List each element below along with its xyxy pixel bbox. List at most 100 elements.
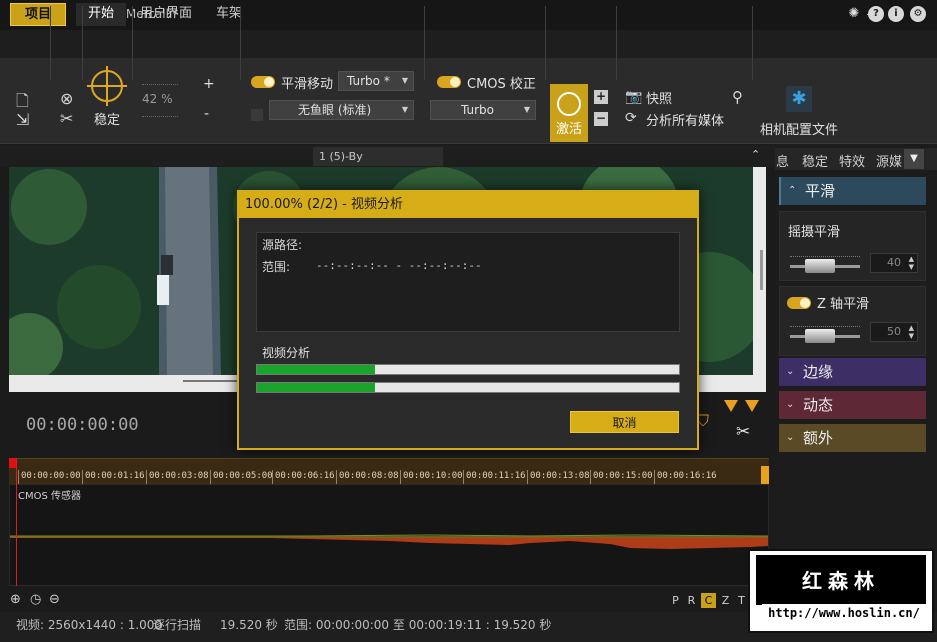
tab-stabilize[interactable]: 稳定	[802, 151, 828, 170]
progress-fill-1	[257, 365, 376, 374]
dialog-title: 100.00% (2/2) - 视频分析	[239, 192, 697, 218]
timeline-tick: 00:00:10:00	[400, 470, 463, 484]
source-path-label: 源路径:	[262, 238, 303, 252]
chevron-down-icon: ⌄	[786, 366, 795, 377]
watermark-name: 红森林	[802, 569, 880, 593]
ribbon-tabs	[0, 30, 937, 58]
mode-z[interactable]: Z	[718, 593, 733, 608]
timeline-tick: 00:00:05:00	[210, 470, 273, 484]
cut-icon[interactable]: ✂	[60, 109, 73, 128]
smooth-move-toggle[interactable]	[251, 76, 275, 88]
scissors-icon[interactable]: ✂	[736, 422, 750, 442]
timeline-tick: 00:00:15:00	[590, 470, 653, 484]
activate-button[interactable]: 激活	[550, 84, 588, 142]
z-smooth-toggle[interactable]	[787, 297, 811, 309]
help-icon[interactable]: ?	[868, 6, 884, 22]
spinner-icon[interactable]: ▲ ▼	[909, 255, 914, 271]
playhead-line	[16, 458, 17, 586]
chevron-up-icon: ⌃	[788, 185, 797, 196]
timecode-display: 00:00:00:00	[26, 415, 139, 435]
zoom-in-icon[interactable]: ⊕	[10, 592, 21, 607]
preview-horizontal-scrollbar[interactable]	[183, 380, 243, 382]
cmos-dropdown[interactable]: Turbo ▼	[430, 100, 536, 120]
remove-profile-icon[interactable]: −	[594, 112, 608, 126]
analyze-all-button[interactable]: 分析所有媒体	[646, 110, 724, 129]
activate-icon	[557, 92, 581, 116]
stabilize-icon[interactable]	[87, 66, 127, 106]
chevron-down-icon: ▼	[401, 76, 408, 85]
section-extra[interactable]: ⌄ 额外	[779, 424, 926, 452]
cmos-label: CMOS 校正	[467, 77, 536, 92]
dialog-info-box	[256, 232, 680, 332]
pan-smooth-slider[interactable]	[805, 259, 835, 273]
decrease-button[interactable]: -	[204, 106, 209, 122]
file-tab[interactable]: 1 (5)-By hoslin.cn.mp4	[313, 147, 443, 182]
pan-smooth-label: 摇摄平滑	[788, 225, 841, 240]
mark-out-icon[interactable]	[745, 400, 759, 412]
stabilize-label[interactable]: 稳定	[94, 109, 120, 128]
camera-icon[interactable]: 📷	[625, 89, 642, 105]
panel-menu-icon[interactable]: ▼	[904, 149, 924, 169]
cmos-graph	[10, 534, 768, 549]
cancel-button[interactable]: 取消	[570, 411, 679, 433]
timeline-tick: 00:00:01:16	[82, 470, 145, 484]
status-duration: 19.520 秒	[220, 618, 278, 632]
tab-start[interactable]: 开始	[76, 3, 127, 26]
section-smooth[interactable]: ⌃ 平滑	[779, 177, 926, 205]
z-smooth-value[interactable]: 50 ▲ ▼	[870, 322, 918, 342]
tab-user-interface[interactable]: 用户界面	[128, 3, 204, 26]
z-smooth-slider[interactable]	[805, 329, 835, 343]
cmos-toggle[interactable]	[437, 76, 461, 88]
add-icon[interactable]: +	[594, 90, 608, 104]
range-label: 范围:	[262, 260, 291, 274]
tab-effects[interactable]: 特效	[839, 151, 865, 170]
mark-in-icon[interactable]	[724, 400, 738, 412]
refresh-icon[interactable]: ⟳	[625, 110, 637, 126]
end-marker[interactable]	[761, 466, 769, 484]
zoom-out-icon[interactable]: ⊖	[49, 592, 60, 607]
mode-t[interactable]: T	[734, 593, 749, 608]
section-edge[interactable]: ⌄ 边缘	[779, 358, 926, 386]
tab-frame[interactable]: 车架	[204, 3, 254, 26]
timeline-tick: 00:00:08:08	[336, 470, 399, 484]
timeline-tick: 00:00:13:08	[527, 470, 590, 484]
preview-vertical-scrollbar[interactable]	[760, 250, 763, 290]
mode-r[interactable]: R	[684, 593, 699, 608]
lens-icon	[251, 109, 263, 121]
timeline-tick: 00:00:00:00	[18, 470, 81, 484]
range-value: --:--:--:-- - --:--:--:--	[316, 259, 482, 272]
progress-bar-1	[256, 364, 680, 375]
status-video: 视频: 2560x1440 : 1.000	[16, 618, 163, 632]
progress-fill-2	[257, 383, 376, 392]
smooth-move-dropdown[interactable]: Turbo * ▼	[338, 71, 414, 91]
tab-source[interactable]: 源媒	[876, 151, 902, 170]
chevron-down-icon: ▼	[523, 105, 530, 114]
chevron-down-icon: ▼	[401, 105, 408, 114]
chevron-down-icon: ⌄	[786, 399, 795, 410]
lens-dropdown[interactable]: 无鱼眼 (标准) ▼	[269, 100, 414, 120]
remove-icon[interactable]: ⊗	[60, 89, 73, 108]
tab-info[interactable]: 息	[776, 151, 789, 170]
collapse-icon[interactable]: ⌃	[751, 148, 760, 161]
stabilize-percent: 42 %	[142, 92, 173, 106]
camera-profile-button[interactable]: ✱ 相机配置文件	[758, 84, 842, 140]
progress-bar-2	[256, 382, 680, 393]
spinner-icon[interactable]: ▲ ▼	[909, 324, 914, 340]
status-range: 范围: 00:00:00:00 至 00:00:19:11 : 19.520 秒	[284, 618, 552, 632]
tab-project[interactable]: 项目	[10, 3, 67, 26]
clock-icon[interactable]: ◷	[30, 592, 41, 607]
info-icon[interactable]: i	[888, 6, 904, 22]
increase-button[interactable]: +	[203, 76, 215, 92]
mode-c[interactable]: C	[701, 593, 716, 608]
timeline-tick: 00:00:16:16	[654, 470, 717, 484]
z-smooth-label: Z 轴平滑	[817, 297, 870, 312]
settings-icon[interactable]: ⚙	[910, 6, 926, 22]
mode-p[interactable]: P	[668, 593, 683, 608]
snapshot-button[interactable]: 快照	[646, 88, 672, 107]
export-icon[interactable]: ⇲	[16, 110, 29, 129]
pan-smooth-value[interactable]: 40 ▲ ▼	[870, 253, 918, 273]
status-scan: 逐行扫描	[153, 618, 202, 632]
bulb-icon[interactable]: ✺	[846, 6, 862, 22]
search-icon[interactable]: ⚲	[732, 88, 743, 106]
section-dynamic[interactable]: ⌄ 动态	[779, 391, 926, 419]
